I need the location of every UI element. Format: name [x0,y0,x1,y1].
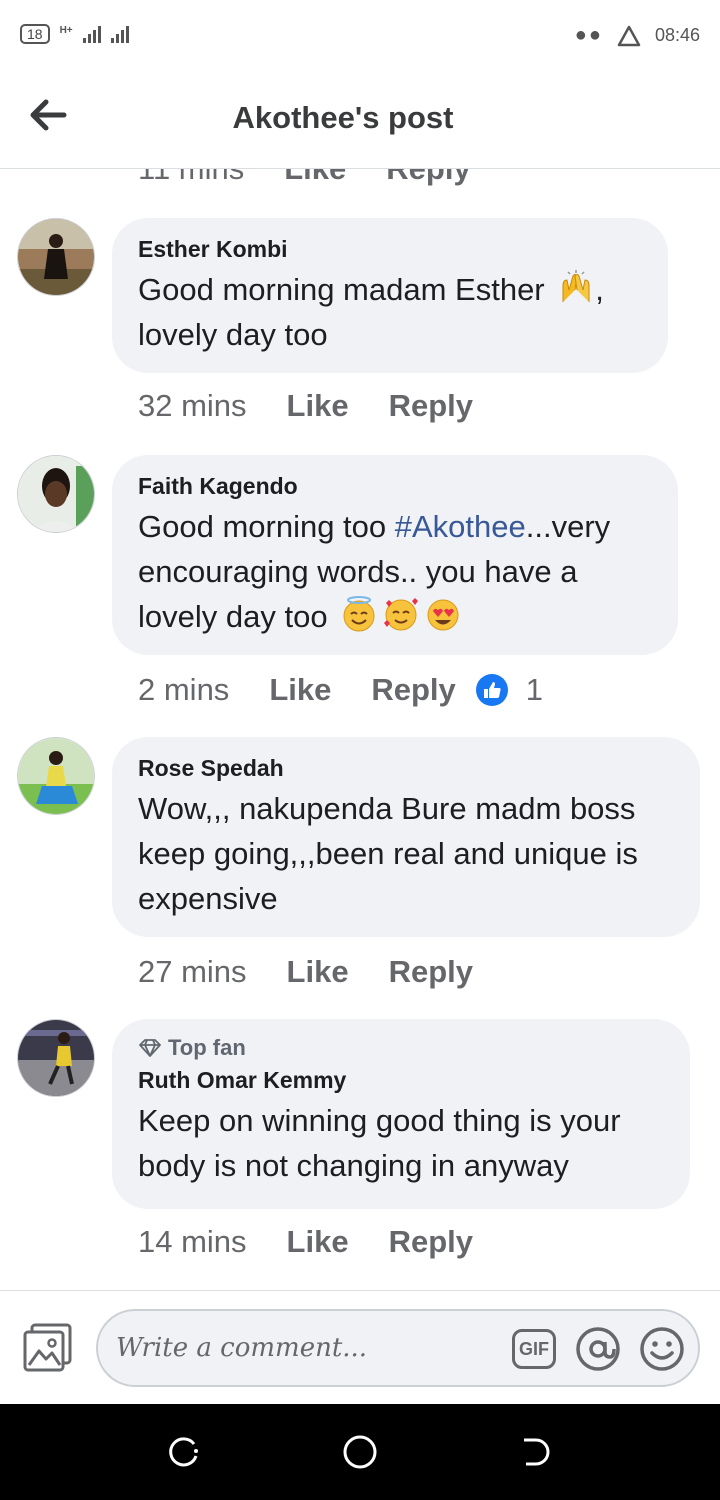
comment-input[interactable] [116,1311,496,1385]
comment-time: 32 mins [138,388,247,423]
page-title: Akothee's post [232,100,454,135]
reply-button[interactable]: Reply [386,169,470,187]
comment-bubble[interactable]: Top fan Ruth Omar Kemmy Keep on winning … [112,1019,690,1209]
reply-button[interactable]: Reply [389,388,473,424]
comment-author[interactable]: Faith Kagendo [138,473,652,500]
home-icon[interactable] [342,1434,378,1470]
like-button[interactable]: Like [284,169,346,187]
reaction-count: 1 [525,672,544,707]
signal-icon-2 [110,25,129,43]
smiling-face-with-hearts-icon [384,598,419,631]
system-navigation-bar [0,1404,720,1500]
comment-bubble[interactable]: Rose Spedah Wow,,, nakupenda Bure madm b… [112,737,700,937]
like-button[interactable]: Like [287,1224,349,1260]
like-button[interactable]: Like [269,672,331,708]
top-fan-label: Top fan [168,1035,246,1060]
comment-meta: 14 mins Like Reply [138,1224,473,1260]
diamond-icon [139,1039,161,1057]
status-right: ●● 08:46 [575,24,700,47]
avatar[interactable] [17,1019,95,1097]
reply-button[interactable]: Reply [371,672,455,708]
previous-comment-meta: 11 mins Like Reply [138,169,471,187]
recent-apps-icon[interactable] [166,1434,202,1470]
avatar[interactable] [17,218,95,296]
comment-text-part: Good morning madam Esther [138,272,545,307]
comment-text-part: Good morning too [138,509,395,544]
notification-count-badge: 18 [20,24,50,44]
header: Akothee's post [0,70,720,169]
comment-author[interactable]: Esther Kombi [138,236,642,263]
like-button[interactable]: Like [287,954,349,990]
top-fan-badge[interactable]: Top fan [138,1035,664,1061]
mention-icon[interactable] [574,1325,622,1373]
comment-time: 27 mins [138,954,247,989]
status-left: 18 H+ [20,24,129,44]
network-type: H+ [59,24,73,36]
warning-triangle-icon [617,25,641,46]
comment-meta: 32 mins Like Reply [138,388,473,424]
status-bar: 18 H+ ●● 08:46 [0,0,720,70]
avatar[interactable] [17,737,95,815]
photo-icon[interactable] [22,1323,74,1373]
emoji-icon[interactable] [638,1325,686,1373]
reply-button[interactable]: Reply [389,954,473,990]
reply-button[interactable]: Reply [389,1224,473,1260]
reaction-summary[interactable]: 1 [475,672,544,708]
thumbs-up-icon [475,674,508,706]
comment-author[interactable]: Ruth Omar Kemmy [138,1067,664,1094]
comment-bubble[interactable]: Faith Kagendo Good morning too #Akothee.… [112,455,678,655]
comment-feed[interactable]: 11 mins Like Reply Esther Kombi Good mor… [0,169,720,1289]
comment-text: Keep on winning good thing is your body … [138,1103,621,1183]
comment-text: Good morning madam Esther , lovely day t… [138,267,642,357]
heart-eyes-icon [427,599,459,631]
raised-hands-icon [562,270,590,302]
comment-meta: 2 mins Like Reply 1 [138,672,543,708]
comment-meta: 27 mins Like Reply [138,954,473,990]
comment-author[interactable]: Rose Spedah [138,755,674,782]
hashtag-link[interactable]: #Akothee [395,509,526,544]
back-nav-icon[interactable] [518,1434,554,1470]
comment-bubble[interactable]: Esther Kombi Good morning madam Esther ,… [112,218,668,373]
clock: 08:46 [654,25,700,45]
comment-time: 11 mins [138,169,244,187]
avatar[interactable] [17,455,95,533]
comment-time: 14 mins [138,1224,247,1259]
comment-text: Good morning too #Akothee...very encoura… [138,504,652,639]
like-button[interactable]: Like [287,388,349,424]
comment-box[interactable]: GIF [96,1309,700,1387]
comment-composer: GIF [0,1290,720,1404]
comment-text: Wow,,, nakupenda Bure madm boss keep goi… [138,791,638,916]
comment-time: 2 mins [138,672,230,707]
dots-icon: ●● [574,24,603,46]
smiling-face-with-halo-icon [343,596,375,632]
gif-button[interactable]: GIF [512,1329,556,1369]
signal-icon [82,25,101,43]
